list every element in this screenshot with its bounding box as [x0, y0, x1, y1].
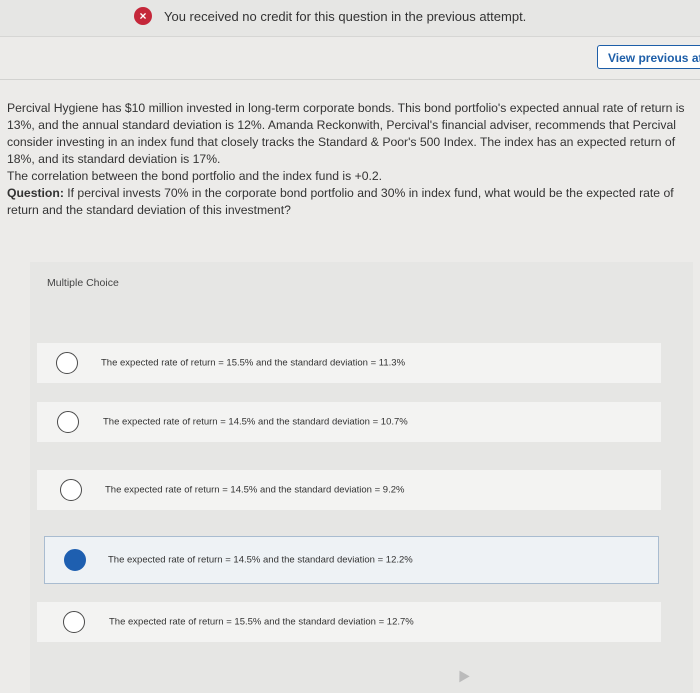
result-notice-bar: × You received no credit for this questi…: [0, 0, 700, 37]
question-prompt: Question: If percival invests 70% in the…: [7, 185, 699, 219]
choice-option-3[interactable]: The expected rate of return = 14.5% and …: [37, 470, 661, 510]
question-label: Question:: [7, 186, 64, 200]
result-notice-text: You received no credit for this question…: [164, 9, 527, 24]
choice-option-2[interactable]: The expected rate of return = 14.5% and …: [37, 402, 661, 442]
multiple-choice-label: Multiple Choice: [47, 277, 119, 289]
radio-button[interactable]: [57, 411, 79, 433]
close-circle-icon: ×: [134, 7, 152, 25]
radio-button[interactable]: [63, 611, 85, 633]
question-text: If percival invests 70% in the corporate…: [7, 186, 674, 217]
choice-label: The expected rate of return = 14.5% and …: [105, 484, 405, 496]
view-previous-attempt-button[interactable]: View previous att: [597, 45, 700, 69]
choice-option-1[interactable]: The expected rate of return = 15.5% and …: [37, 343, 661, 383]
choice-label: The expected rate of return = 15.5% and …: [101, 357, 406, 369]
choice-option-5[interactable]: The expected rate of return = 15.5% and …: [37, 602, 661, 642]
radio-button-selected[interactable]: [64, 549, 86, 571]
choice-label: The expected rate of return = 14.5% and …: [103, 416, 408, 428]
question-body: Percival Hygiene has $10 million investe…: [7, 100, 699, 219]
radio-button[interactable]: [60, 479, 82, 501]
question-correlation: The correlation between the bond portfol…: [7, 169, 383, 183]
choice-label: The expected rate of return = 14.5% and …: [108, 554, 413, 566]
choice-option-4[interactable]: The expected rate of return = 14.5% and …: [44, 536, 659, 584]
divider: [0, 79, 700, 80]
radio-button[interactable]: [56, 352, 78, 374]
question-paragraph: Percival Hygiene has $10 million investe…: [7, 101, 685, 166]
choice-label: The expected rate of return = 15.5% and …: [109, 616, 414, 628]
